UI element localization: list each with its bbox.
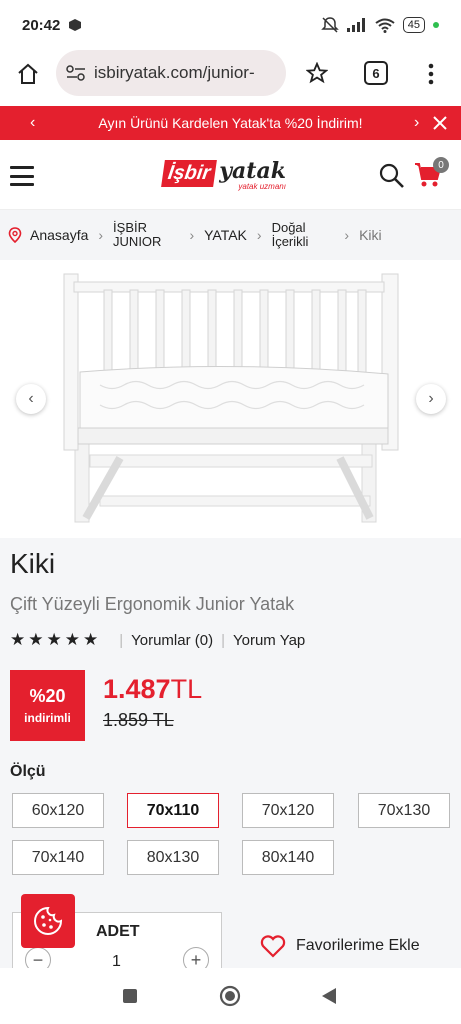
product-title: Kiki [10,548,56,579]
cookie-settings-button[interactable] [21,894,75,948]
rating-row: ★★★★★ | Yorumlar (0) | Yorum Yap [10,630,305,650]
product-gallery: ‹ › [0,260,461,538]
divider: | [221,631,225,649]
breadcrumb-line: Doğal [271,220,306,235]
home-icon[interactable] [16,62,40,86]
tab-switcher-button[interactable]: 6 [364,61,388,85]
site-settings-icon[interactable] [66,65,86,81]
discount-badge: %20 indirimli [10,670,85,741]
site-logo[interactable]: İşbir yatak yatak uzmanı [161,158,286,191]
chevron-right-icon: › [98,227,104,243]
reviews-link[interactable]: Yorumlar (0) [131,632,213,649]
heart-icon [260,935,286,958]
promo-banner: ‹ Ayın Ürünü Kardelen Yatak'ta %20 İndir… [0,106,461,140]
current-price: 1.487TL [103,674,202,705]
logo-mark: İşbir [161,160,218,187]
size-option[interactable]: 80x130 [127,840,219,875]
bookmark-star-icon[interactable] [306,62,328,84]
size-option[interactable]: 70x120 [242,793,334,828]
cart-count-badge: 0 [433,157,449,173]
site-header: İşbir yatak yatak uzmanı 0 [0,140,461,210]
back-icon[interactable] [320,987,338,1005]
size-option[interactable]: 70x140 [12,840,104,875]
add-to-favorites-button[interactable]: Favorilerime Ekle [260,934,420,958]
location-pin-icon [8,227,22,243]
logo-tagline: yatak uzmanı [238,182,286,191]
chevron-right-icon: › [256,227,262,243]
promo-prev-icon[interactable]: ‹ [30,114,35,132]
size-option[interactable]: 80x140 [242,840,334,875]
close-icon[interactable] [432,115,448,131]
chevron-right-icon: › [344,227,350,243]
wifi-icon [375,18,395,33]
chevron-right-icon: › [189,227,195,243]
promo-text[interactable]: Ayın Ürünü Kardelen Yatak'ta %20 İndirim… [98,115,362,131]
breadcrumb-dogal[interactable]: Doğal İçerikli [272,221,309,249]
size-option[interactable]: 60x120 [12,793,104,828]
battery-indicator: 45 [402,17,425,33]
promo-next-icon[interactable]: › [414,114,419,132]
cookie-icon [34,906,63,935]
quantity-label: ADET [96,923,140,940]
size-option[interactable]: 70x130 [358,793,450,828]
divider: | [119,631,124,649]
discount-label: indirimli [24,711,71,725]
favorites-label: Favorilerime Ekle [296,937,420,954]
breadcrumb: Anasayfa › İŞBİR JUNIOR › YATAK › Doğal … [0,210,461,260]
size-option-selected[interactable]: 70x110 [127,793,219,828]
url-text: isbiryatak.com/junior- [94,63,255,82]
breadcrumb-junior[interactable]: İŞBİR JUNIOR [113,221,161,249]
breadcrumb-home[interactable]: Anasayfa [30,227,88,243]
old-price: 1.859 TL [103,710,174,730]
product-info-panel: Kiki Çift Yüzeyli Ergonomik Junior Yatak… [0,538,461,982]
status-bar: 20:42 45 [0,0,461,50]
menu-icon[interactable] [10,166,34,186]
breadcrumb-line: JUNIOR [113,234,162,249]
discount-percent: %20 [29,686,66,706]
gallery-prev-button[interactable]: ‹ [16,384,46,414]
privacy-indicator [433,22,439,28]
breadcrumb-current: Kiki [359,227,382,243]
mute-icon [320,17,339,33]
overflow-menu-icon[interactable] [426,62,436,86]
breadcrumb-line: İçerikli [271,234,309,249]
browser-toolbar: isbiryatak.com/junior- 6 [0,50,461,98]
home-circle-icon[interactable] [219,985,241,1007]
address-bar[interactable]: isbiryatak.com/junior- [56,50,286,96]
size-label: Ölçü [10,763,46,780]
price-currency: TL [170,674,203,704]
breadcrumb-yatak[interactable]: YATAK [204,227,247,243]
gallery-next-button[interactable]: › [416,384,446,414]
recents-icon[interactable] [122,988,138,1004]
breadcrumb-line: İŞBİR [113,220,148,235]
product-subtitle: Çift Yüzeyli Ergonomik Junior Yatak [10,594,295,614]
price-value: 1.487 [103,674,171,704]
app-notification-icon [69,19,82,31]
product-image [0,260,461,538]
star-rating-icon: ★★★★★ [10,630,102,649]
system-nav-bar [0,968,461,1024]
logo-word: yatak [219,158,286,184]
signal-icon [346,18,365,32]
clock: 20:42 [22,16,61,34]
write-review-link[interactable]: Yorum Yap [233,632,305,649]
search-icon[interactable] [378,162,406,190]
